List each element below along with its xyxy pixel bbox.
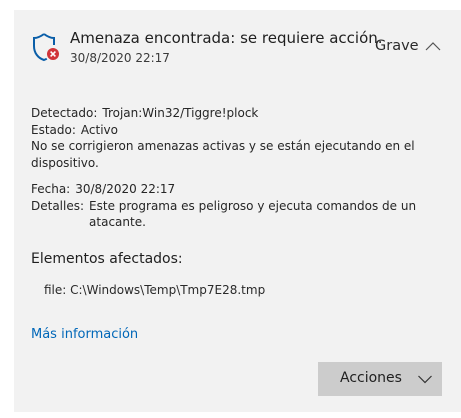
details-value: Este programa es peligroso y ejecuta com… — [89, 198, 417, 230]
details-row: Detalles: Este programa es peligroso y e… — [31, 198, 441, 231]
actions-button-label: Acciones — [340, 370, 402, 386]
threat-title: Amenaza encontrada: se requiere acción. — [70, 29, 383, 47]
more-info-link[interactable]: Más información — [31, 327, 138, 342]
date-value: 30/8/2020 22:17 — [75, 182, 176, 196]
detected-label: Detectado: — [31, 106, 98, 120]
threat-card: Amenaza encontrada: se requiere acción. … — [14, 10, 461, 412]
detected-row: Detectado: Trojan:Win32/Tiggre!plock — [31, 105, 441, 122]
affected-file-path: file: C:\Windows\Temp\Tmp7E28.tmp — [44, 283, 266, 297]
threat-details: Detectado: Trojan:Win32/Tiggre!plock Est… — [31, 105, 441, 231]
status-label: Estado: — [31, 122, 76, 137]
status-value: Activo — [80, 122, 118, 137]
shield-error-icon — [33, 33, 59, 62]
threat-timestamp: 30/8/2020 22:17 — [70, 51, 170, 65]
severity-label: Grave — [375, 38, 419, 54]
status-row: Estado: Activo — [31, 122, 441, 139]
detected-value: Trojan:Win32/Tiggre!plock — [102, 106, 259, 120]
actions-button[interactable]: Acciones — [318, 362, 442, 396]
date-label: Fecha: — [31, 182, 71, 196]
chevron-up-icon[interactable] — [424, 40, 442, 52]
threat-header[interactable]: Amenaza encontrada: se requiere acción. … — [14, 10, 461, 90]
date-row: Fecha: 30/8/2020 22:17 — [31, 181, 441, 198]
chevron-down-icon — [418, 375, 432, 384]
details-label: Detalles: — [31, 198, 85, 213]
affected-items-heading: Elementos afectados: — [31, 251, 183, 267]
status-note: No se corrigieron amenazas activas y se … — [31, 139, 415, 170]
